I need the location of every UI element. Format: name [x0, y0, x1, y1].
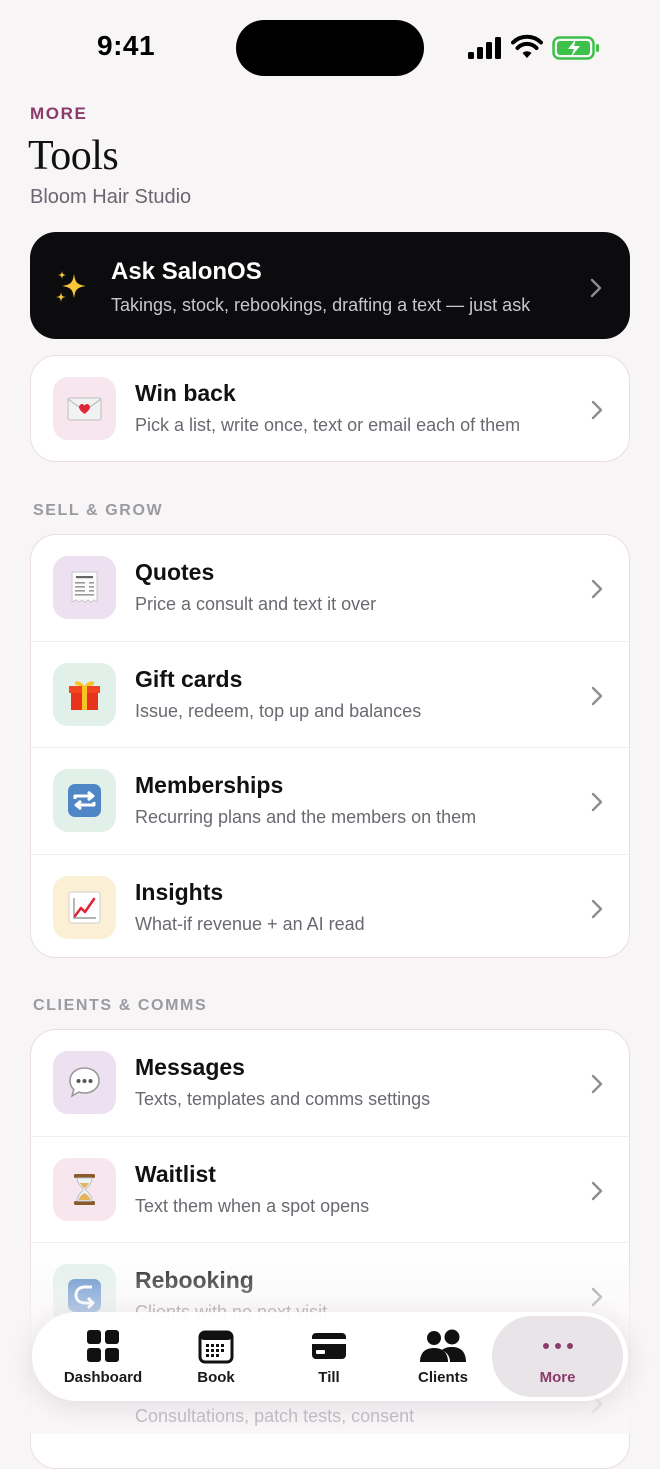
tab-label: More	[539, 1369, 576, 1386]
dynamic-island	[236, 20, 424, 76]
item-title: Quotes	[135, 559, 215, 585]
speech-bubble-icon	[69, 1067, 100, 1098]
chevron-right-icon	[591, 1181, 603, 1200]
card-icon	[312, 1333, 346, 1359]
calendar-icon	[198, 1330, 234, 1364]
tab-bar: Dashboard Book Till Clients More	[32, 1312, 628, 1401]
tab-book[interactable]: Book	[161, 1312, 271, 1401]
item-title: Insights	[135, 878, 224, 905]
status-time: 9:41	[97, 30, 156, 61]
ask-subtitle: Takings, stock, rebookings, drafting a t…	[111, 295, 531, 315]
tile	[53, 769, 116, 832]
tile	[53, 1157, 116, 1221]
tab-more[interactable]: More	[492, 1312, 623, 1401]
list-item-win-back[interactable]: Win back Pick a list, write once, text o…	[31, 356, 629, 461]
tab-label: Till	[318, 1369, 340, 1386]
hourglass-icon	[74, 1173, 95, 1205]
list-item-messages[interactable]: Messages Texts, templates and comms sett…	[31, 1030, 629, 1137]
item-title: Gift cards	[135, 665, 243, 692]
chevron-right-icon	[591, 686, 603, 705]
chevron-right-icon	[591, 579, 603, 599]
item-subtitle: Price a consult and text it over	[135, 594, 377, 614]
tab-label: Clients	[417, 1369, 468, 1386]
repeat-icon	[68, 784, 101, 817]
item-subtitle: Pick a list, write once, text or email e…	[135, 415, 521, 435]
chevron-right-icon	[591, 792, 603, 812]
list-item-gift-cards[interactable]: Gift cards Issue, redeem, top up and bal…	[31, 642, 629, 748]
tile	[53, 875, 116, 939]
item-subtitle: What-if revenue + an AI read	[135, 913, 365, 934]
tile	[53, 662, 116, 726]
wifi-icon	[511, 34, 543, 58]
chevron-right-icon	[591, 1074, 603, 1094]
item-title: Win back	[135, 380, 236, 406]
tab-till[interactable]: Till	[274, 1312, 384, 1401]
item-subtitle: Recurring plans and the members on them	[135, 807, 477, 827]
people-icon	[420, 1329, 466, 1362]
item-subtitle-partial: Consultations, patch tests, consent	[135, 1406, 415, 1426]
item-title: Memberships	[135, 772, 284, 798]
win-back-card[interactable]: Win back Pick a list, write once, text o…	[30, 355, 630, 462]
chart-increasing-icon	[68, 891, 101, 923]
list-item-waitlist[interactable]: Waitlist Text them when a spot opens	[31, 1137, 629, 1243]
return-arrow-icon	[68, 1279, 101, 1312]
list-item-memberships[interactable]: Memberships Recurring plans and the memb…	[31, 748, 629, 855]
tab-label: Dashboard	[63, 1369, 143, 1386]
section-label-clients-comms: CLIENTS & COMMS	[33, 997, 208, 1014]
tab-clients[interactable]: Clients	[388, 1312, 498, 1401]
section-label-sell-grow: SELL & GROW	[33, 502, 164, 519]
tab-dashboard[interactable]: Dashboard	[48, 1312, 158, 1401]
clients-comms-card: Messages Texts, templates and comms sett…	[30, 1029, 630, 1469]
chevron-right-icon	[591, 1287, 603, 1307]
chevron-right-icon	[591, 400, 603, 420]
more-dots-icon	[542, 1343, 573, 1349]
item-subtitle: Text them when a spot opens	[135, 1195, 370, 1216]
chevron-right-icon	[591, 899, 603, 918]
tab-label: Book	[197, 1369, 235, 1386]
status-bar: 9:41	[0, 0, 660, 96]
list-item-quotes[interactable]: Quotes Price a consult and text it over	[31, 535, 629, 642]
tile	[53, 556, 116, 619]
item-title: Messages	[135, 1054, 245, 1080]
item-subtitle: Issue, redeem, top up and balances	[135, 700, 422, 721]
battery-charging-icon	[552, 36, 599, 60]
tile	[53, 1051, 116, 1114]
item-title: Waitlist	[135, 1160, 216, 1187]
love-letter-icon	[67, 397, 102, 421]
cellular-signal-icon	[468, 37, 501, 59]
studio-name: Bloom Hair Studio	[30, 186, 192, 208]
item-subtitle: Texts, templates and comms settings	[135, 1089, 431, 1109]
gift-icon	[69, 680, 100, 710]
ask-title: Ask SalonOS	[111, 258, 262, 285]
sparkles-icon	[56, 271, 86, 302]
item-title: Rebooking	[135, 1267, 254, 1293]
ask-salonos-card[interactable]: Ask SalonOS Takings, stock, rebookings, …	[30, 232, 630, 339]
list-item-insights[interactable]: Insights What-if revenue + an AI read	[31, 855, 629, 958]
section-eyebrow: MORE	[30, 104, 88, 123]
dashboard-icon	[87, 1330, 119, 1362]
sell-grow-card: Quotes Price a consult and text it over …	[30, 534, 630, 958]
chevron-right-icon	[590, 278, 602, 298]
receipt-icon	[71, 571, 98, 603]
page-title: Tools	[28, 133, 119, 179]
tile	[53, 377, 116, 440]
